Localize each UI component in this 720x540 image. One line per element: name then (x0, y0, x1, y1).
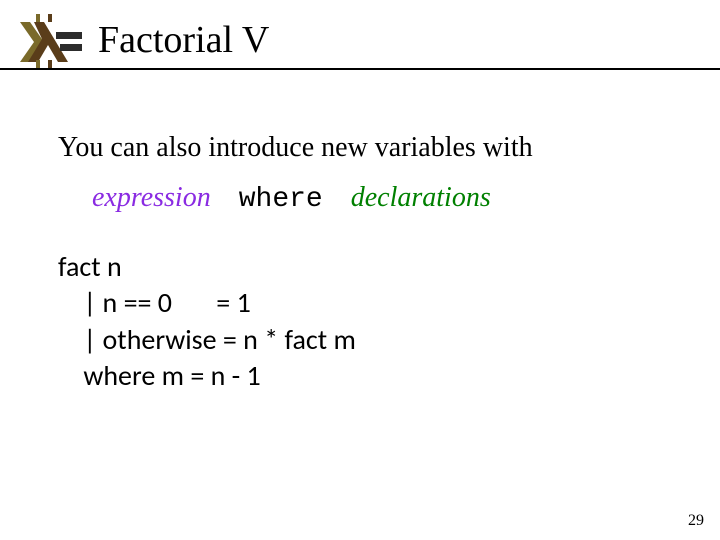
code-line: fact n (58, 249, 678, 285)
code-line: | n == 0 = 1 (58, 285, 678, 321)
slide-title: Factorial V (98, 18, 269, 62)
slide: Factorial V You can also introduce new v… (0, 0, 720, 540)
code-line: | otherwise = n * fact m (58, 322, 678, 358)
title-underline (0, 68, 720, 70)
intro-text: You can also introduce new variables wit… (58, 132, 678, 164)
haskell-logo-icon (14, 14, 82, 68)
expression-term: expression (92, 182, 211, 213)
code-block: fact n | n == 0 = 1 | otherwise = n * fa… (58, 249, 678, 395)
declarations-term: declarations (351, 182, 491, 213)
slide-body: You can also introduce new variables wit… (58, 132, 678, 395)
syntax-line: expression where declarations (92, 182, 678, 215)
code-line: where m = n - 1 (58, 358, 678, 394)
where-keyword: where (239, 184, 323, 215)
page-number: 29 (688, 512, 704, 530)
